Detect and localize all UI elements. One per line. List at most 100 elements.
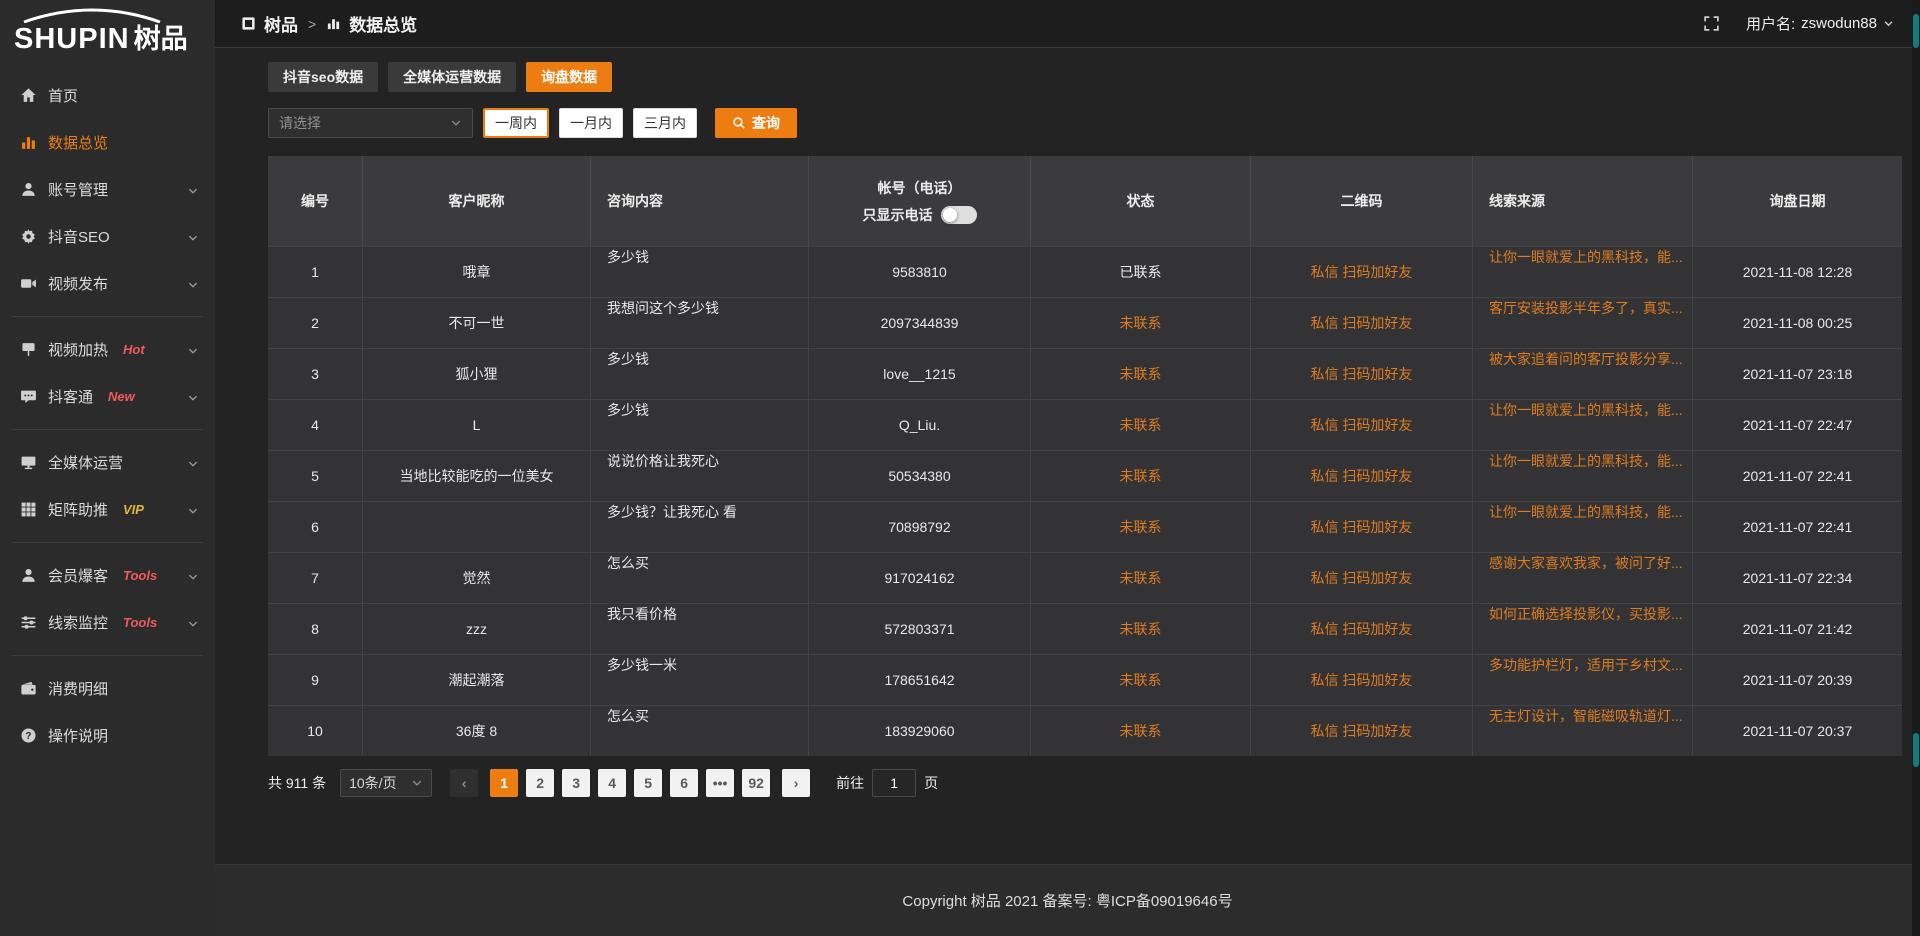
cell-qr-link[interactable]: 私信 扫码加好友	[1251, 705, 1473, 756]
column-header-0: 编号	[268, 156, 363, 246]
column-header-3: 帐号（电话） 只显示电话	[809, 156, 1031, 246]
cell-content: 多少钱	[591, 348, 809, 399]
breadcrumb-app-icon	[241, 16, 256, 31]
cell-qr-link[interactable]: 私信 扫码加好友	[1251, 552, 1473, 603]
cell-status: 未联系	[1031, 603, 1251, 654]
cell-source-link[interactable]: 无主灯设计，智能磁吸轨道灯...	[1473, 705, 1693, 756]
data-tabs: 抖音seo数据全媒体运营数据询盘数据	[268, 62, 1902, 92]
cell-date: 2021-11-07 20:37	[1693, 705, 1902, 756]
sidebar-item-label: 抖音SEO	[48, 226, 110, 247]
sidebar-item-media-ops[interactable]: 全媒体运营	[0, 439, 215, 486]
logo-latin-text: SHUPIN	[14, 23, 130, 56]
phone-only-toggle[interactable]	[941, 206, 977, 224]
cell-qr-link[interactable]: 私信 扫码加好友	[1251, 348, 1473, 399]
sidebar-item-home[interactable]: 首页	[0, 72, 215, 119]
sidebar-item-member-burst[interactable]: 会员爆客Tools	[0, 552, 215, 599]
scrollbar-thumb[interactable]	[1913, 733, 1919, 767]
fullscreen-icon[interactable]	[1703, 15, 1720, 32]
cell-source-link[interactable]: 客厅安装投影半年多了，真实...	[1473, 297, 1693, 348]
column-header-6: 线索来源	[1473, 156, 1693, 246]
chat-icon	[20, 388, 37, 405]
phone-toggle-row: 只显示电话	[863, 205, 977, 225]
tab-media-ops-data[interactable]: 全媒体运营数据	[388, 62, 516, 92]
cell-qr-link[interactable]: 私信 扫码加好友	[1251, 297, 1473, 348]
period-button-2[interactable]: 三月内	[633, 108, 697, 138]
column-header-4: 状态	[1031, 156, 1251, 246]
page-button-6[interactable]: 6	[670, 769, 698, 797]
page-button-2[interactable]: 2	[526, 769, 554, 797]
cell-content: 多少钱	[591, 399, 809, 450]
cell-source-link[interactable]: 多功能护栏灯，适用于乡村文...	[1473, 654, 1693, 705]
sidebar-item-doukezhong[interactable]: 抖客通New	[0, 373, 215, 420]
select-placeholder: 请选择	[279, 113, 321, 133]
sidebar-item-matrix-boost[interactable]: 矩阵助推VIP	[0, 486, 215, 533]
page-ellipsis-button[interactable]: •••	[706, 769, 734, 797]
sidebar-item-help[interactable]: ?操作说明	[0, 712, 215, 759]
cell-qr-link[interactable]: 私信 扫码加好友	[1251, 654, 1473, 705]
period-button-0[interactable]: 一周内	[483, 108, 549, 138]
cell-source-link[interactable]: 让你一眼就爱上的黑科技，能...	[1473, 246, 1693, 297]
cell-qr-link[interactable]: 私信 扫码加好友	[1251, 501, 1473, 552]
chevron-down-icon	[187, 184, 199, 196]
filter-row: 请选择 一周内一月内三月内 查询	[268, 108, 1902, 138]
column-header-label: 帐号（电话）	[878, 178, 962, 198]
period-button-1[interactable]: 一月内	[559, 108, 623, 138]
page-button-92[interactable]: 92	[742, 769, 770, 797]
tab-inquiry-data[interactable]: 询盘数据	[526, 62, 612, 92]
next-page-button[interactable]: ›	[782, 769, 810, 797]
tab-douyin-seo-data[interactable]: 抖音seo数据	[268, 62, 378, 92]
prev-page-button[interactable]: ‹	[450, 769, 478, 797]
goto-page-input[interactable]	[872, 769, 916, 797]
menu-divider	[12, 655, 203, 656]
sidebar-item-video-heat[interactable]: 视频加热Hot	[0, 326, 215, 373]
page-size-select[interactable]: 10条/页	[340, 769, 432, 797]
page-scrollbar[interactable]	[1912, 0, 1920, 936]
cell-source-link[interactable]: 让你一眼就爱上的黑科技，能...	[1473, 450, 1693, 501]
chevron-down-icon	[187, 344, 199, 356]
cell-date: 2021-11-07 23:18	[1693, 348, 1902, 399]
cell-status: 未联系	[1031, 501, 1251, 552]
cell-qr-link[interactable]: 私信 扫码加好友	[1251, 246, 1473, 297]
cell-status: 未联系	[1031, 348, 1251, 399]
page-button-5[interactable]: 5	[634, 769, 662, 797]
sidebar-item-video-publish[interactable]: 视频发布	[0, 260, 215, 307]
table-row: 3狐小狸多少钱love__1215未联系私信 扫码加好友被大家追着问的客厅投影分…	[268, 348, 1902, 399]
user-menu[interactable]: 用户名: zswodun88	[1746, 13, 1894, 34]
page-button-3[interactable]: 3	[562, 769, 590, 797]
table-header-row: 编号客户昵称咨询内容帐号（电话）只显示电话状态二维码线索来源询盘日期	[268, 156, 1902, 246]
cell-qr-link[interactable]: 私信 扫码加好友	[1251, 399, 1473, 450]
sidebar-item-label: 线索监控	[48, 612, 108, 633]
sidebar-item-douyin-seo[interactable]: 抖音SEO	[0, 213, 215, 260]
username-label: 用户名:	[1746, 13, 1795, 34]
account-select[interactable]: 请选择	[268, 108, 473, 138]
table-body: 1哦章多少钱9583810已联系私信 扫码加好友让你一眼就爱上的黑科技，能...…	[268, 246, 1902, 756]
page-button-1[interactable]: 1	[490, 769, 518, 797]
chevron-down-icon	[187, 570, 199, 582]
sidebar-item-account[interactable]: 账号管理	[0, 166, 215, 213]
cell-source-link[interactable]: 感谢大家喜欢我家，被问了好...	[1473, 552, 1693, 603]
cell-qr-link[interactable]: 私信 扫码加好友	[1251, 603, 1473, 654]
sidebar-item-label: 数据总览	[48, 132, 108, 153]
cell-source-link[interactable]: 让你一眼就爱上的黑科技，能...	[1473, 399, 1693, 450]
sidebar-item-clue-monitor[interactable]: 线索监控Tools	[0, 599, 215, 646]
goto-page: 前往 页	[836, 769, 938, 797]
cell-source-link[interactable]: 被大家追着问的客厅投影分享...	[1473, 348, 1693, 399]
cell-source-link[interactable]: 如何正确选择投影仪，买投影...	[1473, 603, 1693, 654]
member-icon	[20, 567, 37, 584]
goto-prefix: 前往	[836, 773, 864, 793]
query-button[interactable]: 查询	[715, 108, 797, 138]
cell-qr-link[interactable]: 私信 扫码加好友	[1251, 450, 1473, 501]
page-button-4[interactable]: 4	[598, 769, 626, 797]
cell-no: 5	[268, 450, 363, 501]
cell-source-link[interactable]: 让你一眼就爱上的黑科技，能...	[1473, 501, 1693, 552]
cell-content: 多少钱一米	[591, 654, 809, 705]
scrollbar-thumb[interactable]	[1913, 14, 1919, 48]
pagination: 共 911 条 10条/页 ‹ 123456•••92 › 前往 页	[268, 769, 1902, 797]
sidebar-item-expense[interactable]: 消费明细	[0, 665, 215, 712]
inquiry-table: 编号客户昵称咨询内容帐号（电话）只显示电话状态二维码线索来源询盘日期 1哦章多少…	[268, 156, 1902, 756]
table-row: 8zzz我只看价格572803371未联系私信 扫码加好友如何正确选择投影仪，买…	[268, 603, 1902, 654]
sidebar-item-overview[interactable]: 数据总览	[0, 119, 215, 166]
cell-no: 9	[268, 654, 363, 705]
cell-no: 2	[268, 297, 363, 348]
breadcrumb-root[interactable]: 树品	[264, 11, 298, 36]
